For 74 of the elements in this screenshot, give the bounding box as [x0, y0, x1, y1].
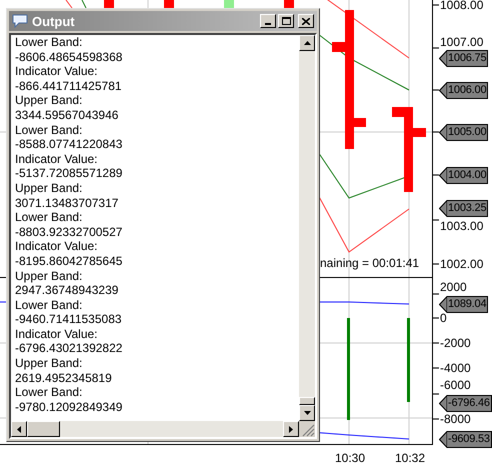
- horizontal-scrollbar[interactable]: [11, 421, 299, 437]
- pointer-icon: [439, 395, 447, 412]
- output-line: -8803.92332700527: [15, 224, 124, 240]
- scroll-thumb[interactable]: [27, 421, 60, 437]
- speech-bubble-icon: [12, 14, 28, 28]
- pointer-icon: [439, 200, 447, 217]
- close-icon: [302, 18, 310, 24]
- output-line: Lower Band:: [15, 298, 84, 312]
- output-line: Lower Band:: [15, 35, 84, 50]
- output-line: Lower Band:: [15, 385, 84, 400]
- price-bar: [104, 0, 114, 8]
- axis-label: -8000: [440, 412, 471, 426]
- up-arrow-icon: [304, 41, 310, 45]
- down-arrow-icon: [304, 411, 310, 415]
- output-line: Upper Band:: [15, 268, 84, 284]
- output-line: -9780.12092849349: [15, 400, 124, 414]
- minimize-button[interactable]: [260, 14, 276, 28]
- scroll-down-button[interactable]: [299, 405, 315, 421]
- pointer-icon: [439, 50, 447, 67]
- maximize-icon: [282, 17, 290, 25]
- output-line: Indicator Value:: [15, 239, 98, 254]
- scroll-left-button[interactable]: [11, 421, 27, 437]
- right-arrow-icon: [289, 426, 293, 432]
- output-line: -866.441711425781: [15, 78, 123, 94]
- resize-grip-icon[interactable]: [299, 421, 315, 437]
- output-line: 3344.59567043946: [15, 108, 120, 123]
- axis-label: 1007.00: [440, 35, 484, 49]
- pointer-icon: [439, 124, 447, 141]
- left-arrow-icon: [17, 426, 21, 432]
- pointer-icon: [439, 167, 447, 184]
- time-label: 10:30: [335, 451, 366, 465]
- output-line: -6796.43021392822: [15, 341, 124, 356]
- window-title: Output: [32, 14, 76, 28]
- status-text: naining = 00:01:41: [320, 256, 420, 270]
- axis-label: -4000: [440, 361, 471, 375]
- maximize-button[interactable]: [278, 14, 294, 28]
- output-line: -5137.72085571289: [15, 166, 124, 181]
- minimize-icon: [265, 23, 271, 25]
- scroll-thumb[interactable]: [299, 397, 315, 405]
- output-line: -8588.07741220843: [15, 137, 124, 152]
- axis-label: 1003.00: [440, 219, 484, 233]
- axis-label: -2000: [440, 336, 471, 350]
- output-line: -8606.48654598368: [15, 50, 124, 64]
- output-line: Indicator Value:: [15, 326, 98, 342]
- axis-label: 1008.00: [440, 0, 484, 12]
- pointer-icon: [439, 296, 447, 313]
- pointer-icon: [439, 431, 447, 448]
- output-line: Upper Band:: [15, 180, 84, 196]
- price-bar: [284, 0, 294, 8]
- vertical-scrollbar[interactable]: [299, 35, 315, 421]
- output-line: Indicator Value:: [15, 64, 98, 79]
- output-line: Lower Band:: [15, 210, 84, 225]
- axis-label: 1002.00: [440, 257, 484, 271]
- axis-label: 0: [440, 311, 447, 325]
- scroll-up-button[interactable]: [299, 35, 315, 51]
- close-button[interactable]: [298, 14, 314, 28]
- band-line: [82, 0, 86, 8]
- axis-label: 2000: [440, 280, 467, 294]
- output-line: Indicator Value:: [15, 152, 98, 166]
- output-line: Upper Band:: [15, 356, 84, 371]
- output-line: -8195.86042785645: [15, 254, 124, 268]
- output-line: 2947.36748943239: [15, 283, 120, 298]
- price-bar: [224, 0, 234, 8]
- pointer-icon: [439, 82, 447, 99]
- output-line: 2619.4952345819: [15, 370, 113, 386]
- output-line: 3071.13483707317: [15, 196, 120, 210]
- band-line: [66, 0, 72, 8]
- output-line: Lower Band:: [15, 122, 84, 138]
- price-bar: [164, 0, 174, 8]
- time-label: 10:32: [395, 451, 426, 465]
- output-line: Upper Band:: [15, 93, 84, 108]
- axis-label: -6000: [440, 378, 471, 392]
- output-line: -9460.71411535083: [15, 312, 123, 327]
- scroll-right-button[interactable]: [283, 421, 299, 437]
